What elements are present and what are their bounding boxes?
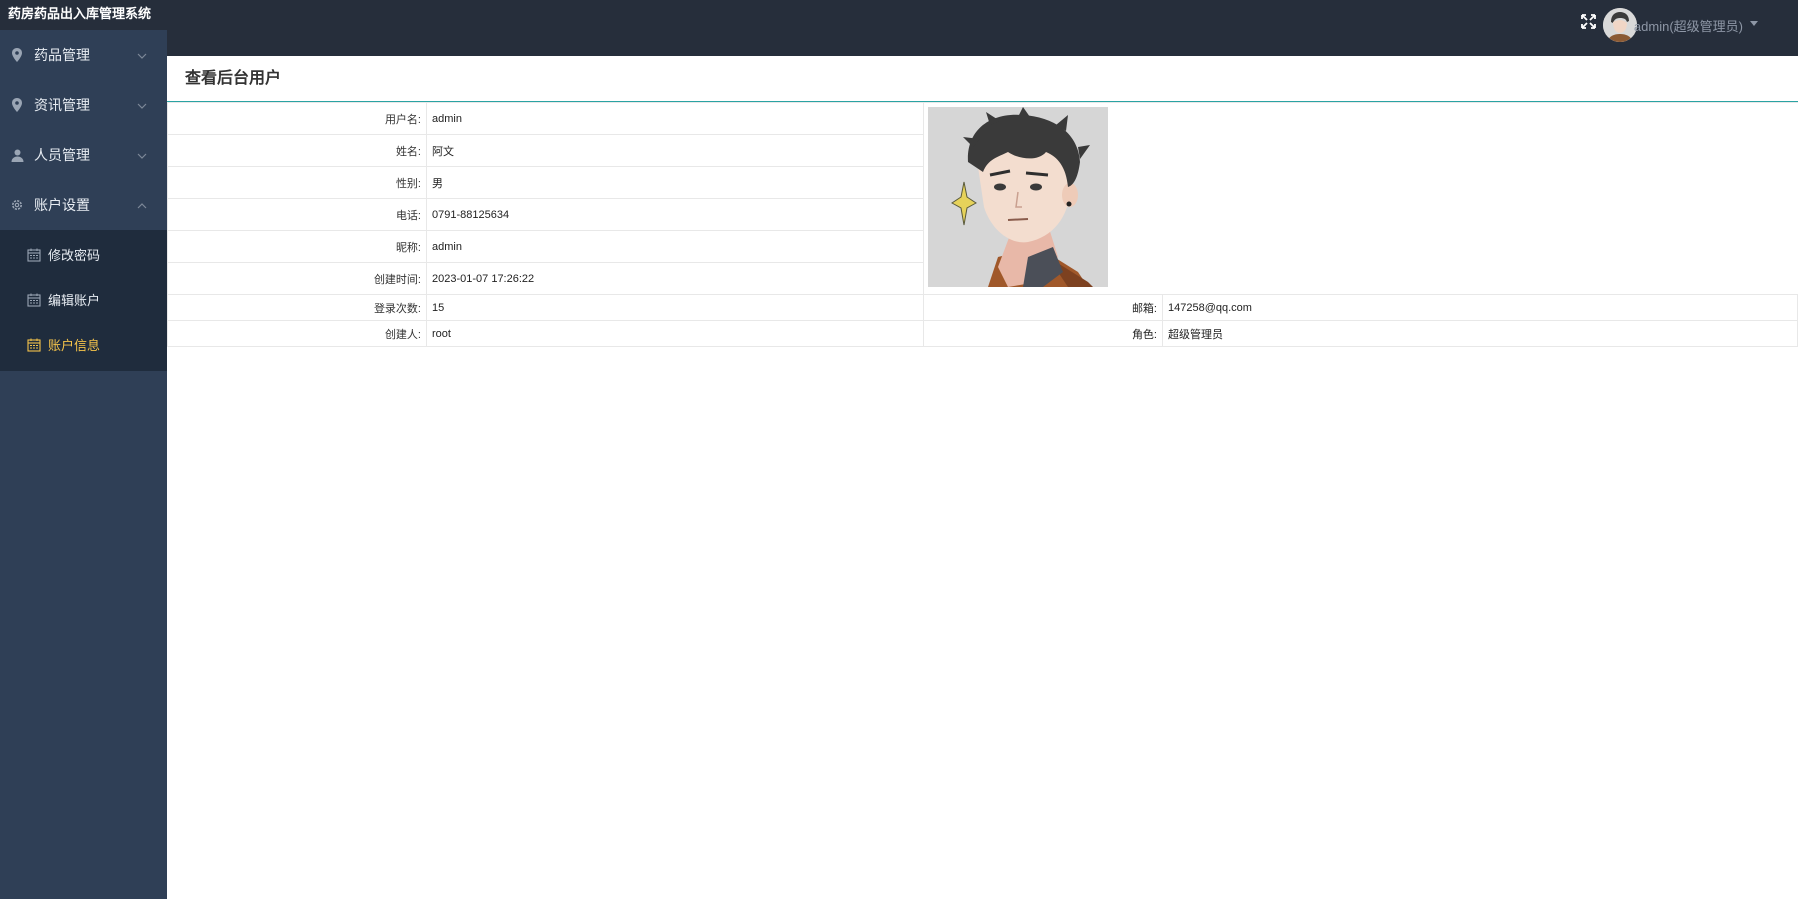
sidebar-item-label: 编辑账户 [48,293,101,308]
app-title: 药房药品出入库管理系统 [0,0,167,30]
login-count-value: 15 [426,294,924,321]
nickname-value: admin [426,230,924,263]
sidebar-item-label: 账户信息 [48,338,101,353]
sidebar-item-account-info[interactable]: 账户信息 [0,322,167,367]
field-label: 邮箱: [923,294,1163,321]
location-pin-icon [10,48,24,62]
user-icon [10,148,24,162]
phone-value: 0791-88125634 [426,198,924,231]
sidebar-item-news-management[interactable]: 资讯管理 [0,80,167,130]
chevron-down-icon [137,48,147,59]
username-value: admin [426,102,924,135]
field-label: 电话: [167,198,427,231]
field-label: 创建时间: [167,262,427,295]
field-label: 创建人: [167,320,427,347]
page-title: 查看后台用户 [167,56,1798,102]
account-settings-submenu: 修改密码 编辑账户 账户信息 [0,230,167,371]
creator-value: root [426,320,924,347]
chevron-down-icon [137,98,147,109]
field-label: 登录次数: [167,294,427,321]
table-row: 登录次数: 15 邮箱: 147258@qq.com [167,294,1798,321]
sidebar-item-account-settings[interactable]: 账户设置 [0,180,167,230]
sidebar-item-edit-account[interactable]: 编辑账户 [0,277,167,322]
user-info-table: 用户名: admin 姓名: 阿文 性别: 男 电话: 0791-8812563… [167,102,1798,347]
calendar-icon [27,248,41,262]
caret-down-icon[interactable] [1750,21,1758,26]
created-at-value: 2023-01-07 17:26:22 [426,262,924,295]
sidebar-item-label: 药品管理 [34,47,90,63]
location-pin-icon [10,98,24,112]
name-value: 阿文 [426,134,924,167]
sidebar-item-drug-management[interactable]: 药品管理 [0,30,167,80]
chevron-down-icon [137,148,147,159]
sidebar-item-label: 修改密码 [48,248,101,263]
field-label: 性别: [167,166,427,199]
user-avatar-photo [928,107,1108,287]
top-bar: admin(超级管理员) [167,0,1798,56]
sidebar-item-label: 人员管理 [34,147,90,163]
table-row: 用户名: admin [167,102,1798,295]
sidebar-item-label: 账户设置 [34,197,90,213]
table-row: 创建人: root 角色: 超级管理员 [167,320,1798,347]
user-avatar[interactable] [1603,8,1637,42]
fullscreen-expand-icon[interactable] [1581,14,1596,29]
gender-value: 男 [426,166,924,199]
role-value: 超级管理员 [1162,320,1798,347]
calendar-icon [27,338,41,352]
sidebar: 药房药品出入库管理系统 药品管理 资讯管理 人员管理 账户设置 修改密码 编辑账… [0,0,167,899]
user-name-label[interactable]: admin(超级管理员) [1634,16,1743,35]
sidebar-item-label: 资讯管理 [34,97,90,113]
email-value: 147258@qq.com [1162,294,1798,321]
gear-icon [10,198,24,212]
field-label: 用户名: [167,102,427,135]
main-content: 查看后台用户 用户名: admin 姓名: 阿文 性别: 男 电话: 0791-… [167,56,1798,899]
sidebar-item-staff-management[interactable]: 人员管理 [0,130,167,180]
field-label: 姓名: [167,134,427,167]
field-label: 角色: [923,320,1163,347]
avatar-cell [923,102,1798,295]
calendar-icon [27,293,41,307]
field-label: 昵称: [167,230,427,263]
sidebar-menu: 药品管理 资讯管理 人员管理 账户设置 [0,30,167,230]
chevron-up-icon [137,198,147,209]
sidebar-item-change-password[interactable]: 修改密码 [0,232,167,277]
